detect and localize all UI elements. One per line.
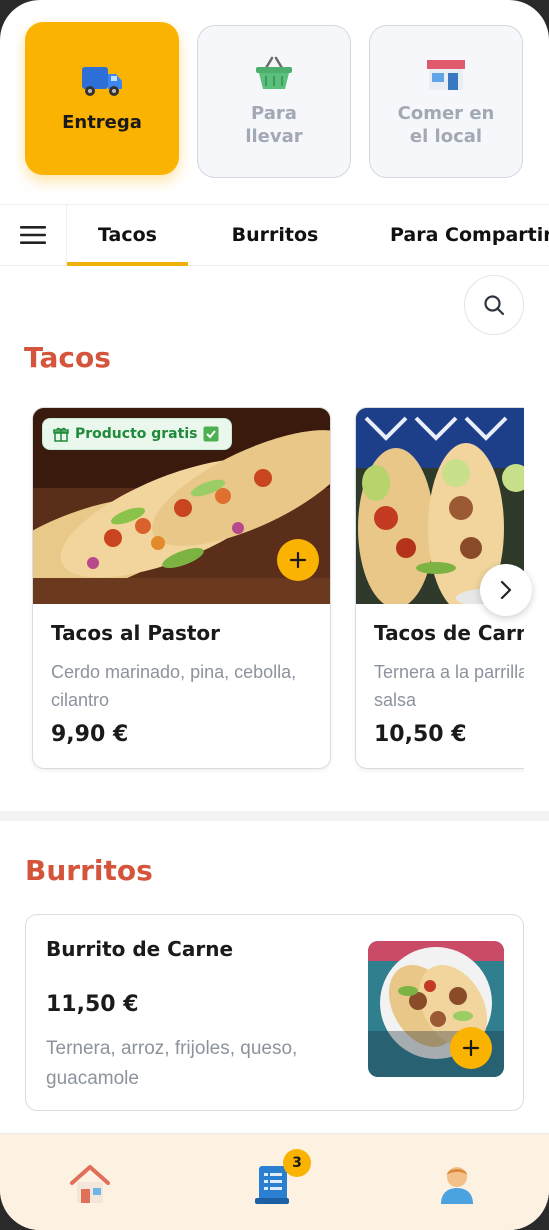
section-divider: [0, 811, 549, 821]
badge-label: Producto gratis: [75, 426, 198, 442]
bottom-navigation: [0, 1133, 549, 1230]
gift-icon: [53, 427, 69, 442]
tab-tacos[interactable]: Tacos: [67, 205, 188, 266]
nav-profile-button[interactable]: [427, 1154, 487, 1214]
shop-icon: [427, 59, 465, 90]
mode-takeaway-button[interactable]: Para llevar: [197, 25, 351, 178]
add-to-cart-button[interactable]: [450, 1027, 492, 1069]
product-card[interactable]: Producto gratis Tacos al Pastor Cerdo ma…: [32, 407, 331, 769]
product-description: Ternera a la parrilla, guacamole, salsa: [374, 662, 524, 710]
mode-dine-in-label: Comer en el local: [397, 102, 495, 147]
product-description: Ternera, arroz, frijoles, queso, guacamo…: [46, 1038, 298, 1089]
tacos-carousel[interactable]: Producto gratis Tacos al Pastor Cerdo ma…: [0, 406, 524, 776]
app-screen: Entrega Para llevar Comer en el local Ta…: [0, 0, 549, 1230]
product-name: Tacos al Pastor: [51, 621, 221, 645]
check-icon: [203, 426, 219, 442]
search-button[interactable]: [464, 275, 524, 335]
product-price: 9,90 €: [51, 722, 129, 747]
product-name: Tacos de Carne Asada: [374, 621, 524, 645]
nav-home-button[interactable]: [60, 1154, 120, 1214]
orders-count-badge: 3: [283, 1149, 311, 1177]
product-image: [368, 941, 504, 1077]
product-name: Burrito de Carne: [46, 937, 234, 961]
profile-icon: [441, 1167, 473, 1204]
free-product-badge: Producto gratis: [42, 418, 233, 450]
category-menu-button[interactable]: [0, 205, 67, 265]
product-price: 10,50 €: [374, 722, 467, 747]
basket-icon: [256, 56, 292, 89]
carousel-next-button[interactable]: [480, 564, 532, 616]
chevron-right-icon: [500, 580, 512, 600]
product-price: 11,50 €: [46, 992, 139, 1017]
search-icon: [484, 295, 505, 316]
tab-para-compartir[interactable]: Para Compartir: [390, 205, 549, 265]
plus-icon: [289, 551, 307, 569]
product-row-card[interactable]: Burrito de Carne 11,50 € Ternera, arroz,…: [25, 914, 524, 1111]
mode-dine-in-button[interactable]: Comer en el local: [369, 25, 523, 178]
order-mode-selector: Entrega Para llevar Comer en el local: [0, 0, 549, 200]
hamburger-menu-icon: [20, 226, 46, 244]
mode-delivery-label: Entrega: [62, 112, 142, 133]
product-description: Cerdo marinado, pina, cebolla, cilantro: [51, 662, 297, 710]
mode-takeaway-label: Para llevar: [245, 102, 303, 147]
section-title-tacos: Tacos: [24, 341, 111, 374]
plus-icon: [462, 1039, 480, 1057]
home-icon: [70, 1165, 110, 1203]
tab-burritos[interactable]: Burritos: [215, 205, 335, 265]
delivery-truck-icon: [82, 67, 122, 96]
add-to-cart-button[interactable]: [277, 539, 319, 581]
category-tabs: Tacos Burritos Para Compartir: [0, 204, 549, 266]
section-title-burritos: Burritos: [25, 854, 153, 887]
mode-delivery-button[interactable]: Entrega: [25, 22, 179, 175]
